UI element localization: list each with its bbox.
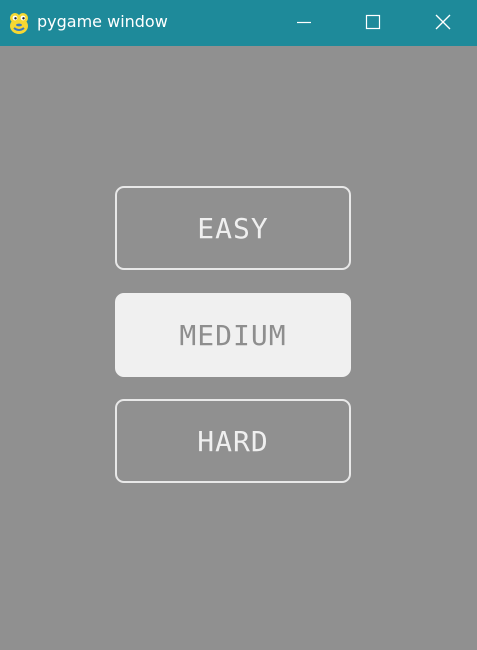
close-icon [435,14,451,30]
close-button[interactable] [415,0,471,46]
medium-button-label: MEDIUM [179,318,287,352]
minimize-button[interactable] [277,0,333,46]
pygame-window: pygame window EASY MEDIUM HARD [0,0,477,650]
easy-button[interactable]: EASY [115,186,351,270]
window-title: pygame window [37,12,168,31]
title-bar[interactable]: pygame window [0,0,477,46]
minimize-icon [297,21,311,24]
hard-button-label: HARD [197,424,269,458]
medium-button[interactable]: MEDIUM [115,293,351,377]
easy-button-label: EASY [197,211,269,245]
hard-button[interactable]: HARD [115,399,351,483]
pygame-snake-icon [8,11,30,35]
maximize-icon [365,14,381,30]
maximize-button[interactable] [345,0,401,46]
